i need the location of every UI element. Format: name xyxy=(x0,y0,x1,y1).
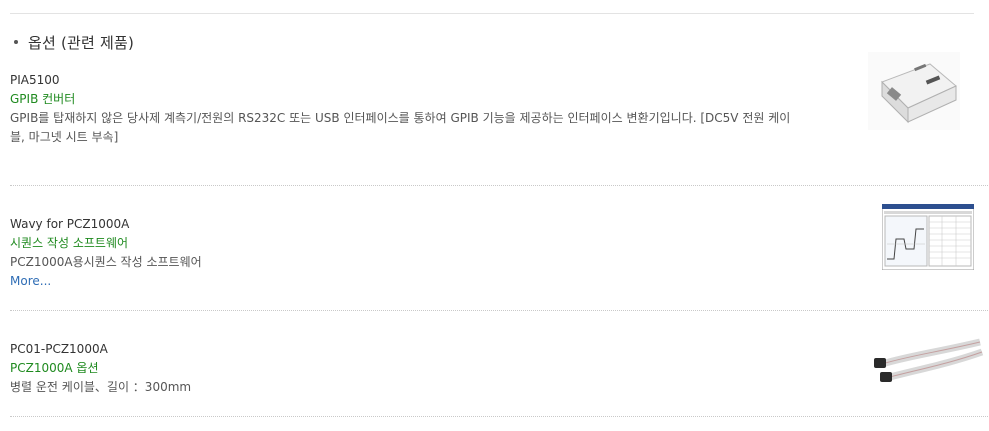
product-category: 시퀀스 작성 소프트웨어 xyxy=(10,236,129,250)
more-link[interactable]: More... xyxy=(10,272,974,291)
software-screenshot-icon[interactable] xyxy=(882,204,974,270)
product-category: GPIB 컨버터 xyxy=(10,92,76,106)
product-description: PCZ1000A용시퀀스 작성 소프트웨어 xyxy=(10,255,202,269)
product-name[interactable]: Wavy for PCZ1000A xyxy=(10,215,974,234)
ribbon-cable-icon[interactable] xyxy=(868,326,986,396)
section-title: 옵션 (관련 제품) xyxy=(12,32,134,53)
bullet-icon xyxy=(14,39,18,44)
product-category: PCZ1000A 옵션 xyxy=(10,361,99,375)
product-item: PIA5100 GPIB 컨버터 GPIB를 탑재하지 않은 당사제 계측기/전… xyxy=(10,71,974,147)
item-divider xyxy=(10,416,988,417)
interface-converter-icon[interactable] xyxy=(868,52,960,130)
item-divider xyxy=(10,310,988,311)
product-name[interactable]: PIA5100 xyxy=(10,71,974,90)
product-name[interactable]: PC01-PCZ1000A xyxy=(10,340,974,359)
related-products-panel: 옵션 (관련 제품) PIA5100 GPIB 컨버터 GPIB를 탑재하지 않… xyxy=(0,0,989,431)
product-item: Wavy for PCZ1000A 시퀀스 작성 소프트웨어 PCZ1000A용… xyxy=(10,215,974,291)
item-divider xyxy=(10,185,988,186)
section-title-text: 옵션 (관련 제품) xyxy=(28,34,135,52)
product-description: GPIB를 탑재하지 않은 당사제 계측기/전원의 RS232C 또는 USB … xyxy=(10,111,791,144)
product-description: 병렬 운전 케이블、길이 ：300mm xyxy=(10,380,192,394)
top-divider xyxy=(10,13,974,14)
product-item: PC01-PCZ1000A PCZ1000A 옵션 병렬 운전 케이블、길이 ：… xyxy=(10,340,974,397)
